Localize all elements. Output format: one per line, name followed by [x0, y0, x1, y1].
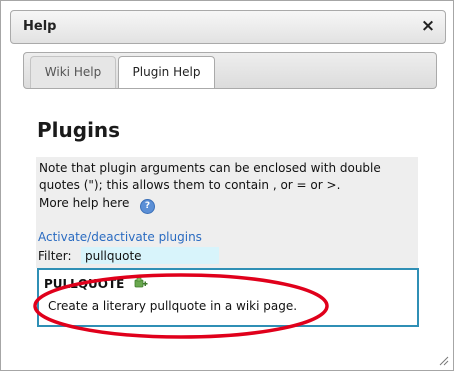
tab-wiki-help[interactable]: Wiki Help: [30, 56, 116, 88]
dialog-titlebar[interactable]: Help ×: [10, 10, 446, 44]
dialog-title: Help: [23, 19, 57, 34]
plugin-description: Create a literary pullquote in a wiki pa…: [48, 299, 298, 313]
plugin-entry-pullquote: PULLQUOTE Create a literary pullquote in…: [37, 268, 419, 327]
close-icon[interactable]: ×: [419, 17, 437, 35]
activate-plugins-link[interactable]: Activate/deactivate plugins: [38, 230, 202, 244]
help-dialog: Help × Wiki Help Plugin Help Plugins Not…: [0, 0, 454, 371]
plugin-name: PULLQUOTE: [44, 277, 125, 291]
tab-plugin-help[interactable]: Plugin Help: [118, 56, 215, 88]
more-help-text: More help here: [39, 196, 130, 210]
resize-grip-icon[interactable]: [437, 354, 449, 366]
tab-bar: Wiki Help Plugin Help: [23, 52, 437, 89]
filter-label: Filter:: [38, 249, 72, 263]
page-title: Plugins: [37, 118, 121, 142]
filter-input[interactable]: [81, 247, 219, 264]
plugin-note-panel: Note that plugin arguments can be enclos…: [36, 157, 418, 268]
plugin-add-icon[interactable]: [134, 277, 148, 289]
plugin-note-text: Note that plugin arguments can be enclos…: [39, 161, 381, 192]
question-circle-icon[interactable]: ?: [140, 199, 155, 214]
